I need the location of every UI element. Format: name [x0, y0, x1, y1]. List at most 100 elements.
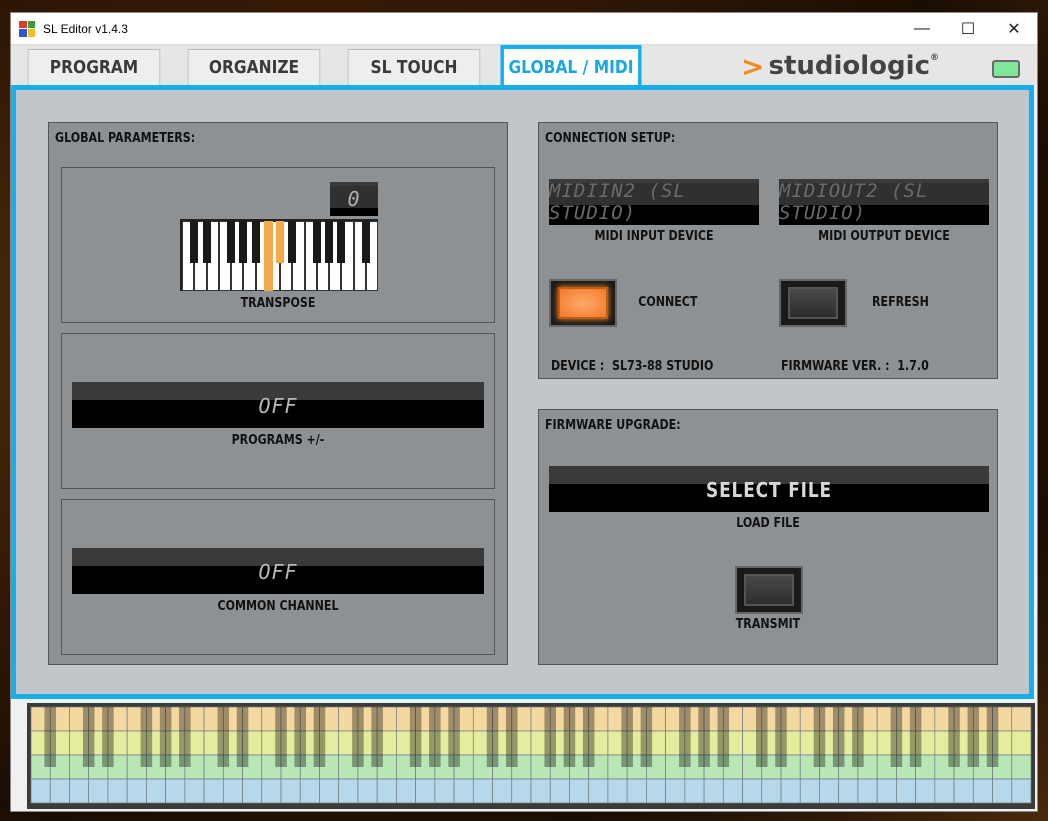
- zone-black-key: [409, 707, 422, 767]
- zone-key-cell: [549, 778, 570, 804]
- piano-black-key[interactable]: [312, 221, 321, 263]
- common-channel-display[interactable]: OFF: [72, 548, 484, 594]
- zone-keyboard[interactable]: [27, 703, 1035, 809]
- zone-key-cell: [203, 778, 224, 804]
- zone-key-cell: [511, 778, 532, 804]
- zone-key-cell: [49, 778, 70, 804]
- transpose-display: 0: [330, 182, 378, 216]
- select-file-button[interactable]: SELECT FILE: [549, 466, 989, 512]
- zone-black-key: [756, 707, 768, 767]
- midi-input-device-label: MIDI INPUT DEVICE: [594, 229, 714, 244]
- tab-bar: PROGRAM ORGANIZE SL TOUCH GLOBAL / MIDI …: [11, 45, 1037, 85]
- zone-black-key: [506, 707, 518, 767]
- zone-key-cell: [1011, 730, 1032, 756]
- close-button[interactable]: ✕: [991, 13, 1037, 45]
- zone-key-cell: [69, 778, 90, 804]
- zone-black-key: [948, 707, 960, 767]
- tab-global-midi[interactable]: GLOBAL / MIDI: [500, 45, 642, 85]
- zone-key-cell: [357, 778, 378, 804]
- piano-black-key[interactable]: [276, 221, 284, 263]
- zone-black-key: [640, 707, 653, 767]
- zone-key-cell: [338, 778, 359, 804]
- zone-key-cell: [972, 778, 993, 804]
- piano-black-key[interactable]: [251, 221, 260, 263]
- zone-key-cell: [107, 778, 128, 804]
- zone-key-cell: [299, 778, 320, 804]
- connect-label: CONNECT: [638, 295, 698, 310]
- connect-button[interactable]: [549, 279, 617, 327]
- programs-section: OFF PROGRAMS +/-: [61, 333, 495, 489]
- zone-black-key: [140, 707, 153, 767]
- zone-black-key: [717, 707, 730, 767]
- minimize-button[interactable]: —: [899, 13, 945, 45]
- zone-black-key: [275, 707, 287, 767]
- zone-black-key: [179, 707, 191, 767]
- zone-black-key: [448, 707, 460, 767]
- piano-highlighted-key: [263, 221, 273, 291]
- zone-key-cell: [838, 778, 859, 804]
- midi-input-device-display[interactable]: MIDIIN2 (SL STUDIO): [549, 179, 759, 225]
- tab-organize[interactable]: ORGANIZE: [187, 49, 321, 85]
- zone-black-key: [429, 707, 441, 767]
- device-label: DEVICE : SL73-88 STUDIO: [551, 359, 714, 374]
- zone-key-cell: [665, 778, 686, 804]
- zone-key-cell: [607, 778, 628, 804]
- transpose-section: 0 TRANSPOSE: [61, 167, 495, 323]
- zone-key-cell: [126, 778, 147, 804]
- refresh-button-light: [788, 287, 838, 319]
- transmit-button[interactable]: [735, 566, 803, 614]
- maximize-button[interactable]: ☐: [945, 13, 991, 45]
- common-channel-label: COMMON CHANNEL: [217, 599, 339, 614]
- firmware-upgrade-title: FIRMWARE UPGRADE:: [545, 418, 681, 433]
- logo-text: studiologic: [768, 51, 930, 81]
- transpose-label: TRANSPOSE: [240, 296, 316, 311]
- piano-black-key[interactable]: [227, 221, 235, 263]
- zone-black-key: [679, 707, 691, 767]
- zone-black-key: [698, 707, 710, 767]
- window-title: SL Editor v1.4.3: [43, 21, 128, 36]
- device-value: SL73-88 STUDIO: [612, 359, 714, 374]
- global-parameters-panel: GLOBAL PARAMETERS: 0 TRANSPOSE OFF PROGR…: [48, 122, 508, 665]
- zone-key-cell: [146, 778, 166, 804]
- midi-output-device-display[interactable]: MIDIOUT2 (SL STUDIO): [779, 179, 989, 225]
- zone-black-key: [890, 707, 903, 767]
- refresh-button[interactable]: [779, 279, 847, 327]
- tab-sl-touch[interactable]: SL TOUCH: [347, 49, 481, 85]
- zone-key-cell: [472, 778, 493, 804]
- zone-key-cell: [761, 778, 782, 804]
- zone-key-cell: [915, 778, 936, 804]
- zone-black-key: [621, 707, 633, 767]
- zone-black-key: [236, 707, 249, 767]
- zone-key-cell: [396, 778, 416, 804]
- zone-key-cell: [896, 778, 916, 804]
- transpose-keyboard[interactable]: [180, 219, 378, 291]
- zone-key-cell: [492, 778, 513, 804]
- firmware-version-label: FIRMWARE VER. : 1.7.0: [781, 359, 929, 374]
- piano-black-key[interactable]: [325, 221, 333, 263]
- transmit-label: TRANSMIT: [735, 617, 801, 632]
- connection-setup-panel: CONNECTION SETUP: MIDIIN2 (SL STUDIO) MI…: [538, 122, 998, 379]
- zone-black-key: [967, 707, 980, 767]
- zone-key-cell: [415, 778, 436, 804]
- zone-black-key: [563, 707, 576, 767]
- programs-display[interactable]: OFF: [72, 382, 484, 428]
- global-parameters-title: GLOBAL PARAMETERS:: [55, 131, 196, 146]
- app-window: SL Editor v1.4.3 — ☐ ✕ PROGRAM ORGANIZE …: [10, 12, 1038, 812]
- zone-key-cell: [780, 778, 801, 804]
- piano-black-key[interactable]: [190, 221, 199, 263]
- piano-black-key[interactable]: [202, 221, 211, 263]
- piano-black-key[interactable]: [361, 221, 370, 263]
- zone-black-key: [813, 707, 826, 767]
- piano-black-key[interactable]: [239, 221, 248, 263]
- zone-key-cell: [588, 778, 609, 804]
- piano-black-key[interactable]: [288, 221, 297, 263]
- tab-program[interactable]: PROGRAM: [27, 49, 161, 85]
- zone-key-cell: [934, 778, 955, 804]
- app-icon: [19, 20, 35, 37]
- zone-key-cell: [261, 778, 282, 804]
- common-channel-section: OFF COMMON CHANNEL: [61, 499, 495, 655]
- zone-keyboard-graphic: [30, 706, 1032, 804]
- piano-black-key[interactable]: [337, 221, 346, 263]
- firmware-version-value: 1.7.0: [897, 359, 929, 374]
- zone-key-cell: [453, 778, 474, 804]
